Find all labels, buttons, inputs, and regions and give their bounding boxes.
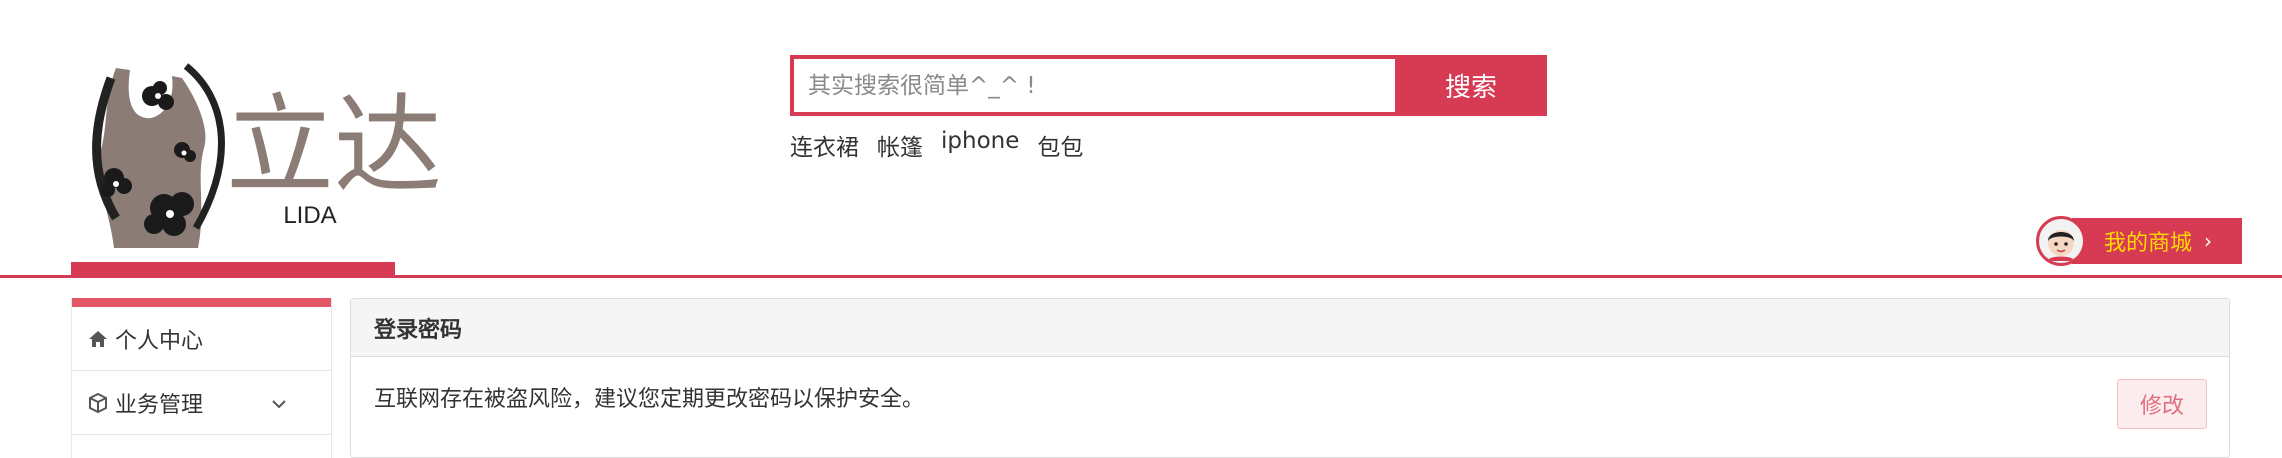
site-logo[interactable]: 立达 LIDA: [86, 58, 476, 258]
my-mall-button[interactable]: 我的商城 ›: [2072, 218, 2242, 264]
header-divider: [0, 275, 2282, 278]
hot-link-iphone[interactable]: iphone: [941, 128, 1019, 162]
logo-en-text: LIDA: [283, 202, 336, 229]
hot-link-dress[interactable]: 连衣裙: [790, 128, 859, 162]
panel-body: 互联网存在被盗风险，建议您定期更改密码以保护安全。 修改: [351, 357, 2229, 457]
panel-title: 登录密码: [351, 299, 2229, 357]
sidebar: 个人中心 业务管理: [71, 298, 332, 458]
hot-link-tent[interactable]: 帐篷: [877, 128, 923, 162]
my-mall[interactable]: 我的商城 ›: [2036, 216, 2242, 266]
security-warning-text: 互联网存在被盗风险，建议您定期更改密码以保护安全。: [374, 387, 925, 412]
chevron-right-icon: ›: [2204, 229, 2213, 253]
sidebar-item-label: 业务管理: [115, 392, 204, 418]
search-bar: 搜索: [790, 55, 1547, 116]
avatar[interactable]: [2036, 216, 2086, 266]
search-input[interactable]: [790, 55, 1395, 116]
home-icon: [87, 328, 109, 350]
logo-graphic: 立达 LIDA: [92, 63, 442, 248]
edit-password-button[interactable]: 修改: [2117, 379, 2207, 429]
nav-tab-indicator: [71, 262, 395, 276]
sidebar-item-personal-center[interactable]: 个人中心: [72, 307, 331, 371]
chevron-down-icon[interactable]: [271, 391, 287, 416]
sidebar-item-label: 个人中心: [115, 328, 204, 354]
login-password-panel: 登录密码 互联网存在被盗风险，建议您定期更改密码以保护安全。 修改: [350, 298, 2230, 458]
logo-cn-text: 立达: [226, 84, 442, 209]
avatar-icon: [2047, 230, 2075, 261]
my-mall-label: 我的商城: [2104, 231, 2193, 256]
sidebar-item-business-management[interactable]: 业务管理: [72, 371, 331, 435]
hot-search-links: 连衣裙 帐篷 iphone 包包: [790, 128, 1083, 162]
sidebar-accent-bar: [72, 298, 331, 307]
search-button[interactable]: 搜索: [1395, 55, 1547, 116]
hot-link-bag[interactable]: 包包: [1037, 128, 1083, 162]
box-icon: [87, 392, 109, 414]
